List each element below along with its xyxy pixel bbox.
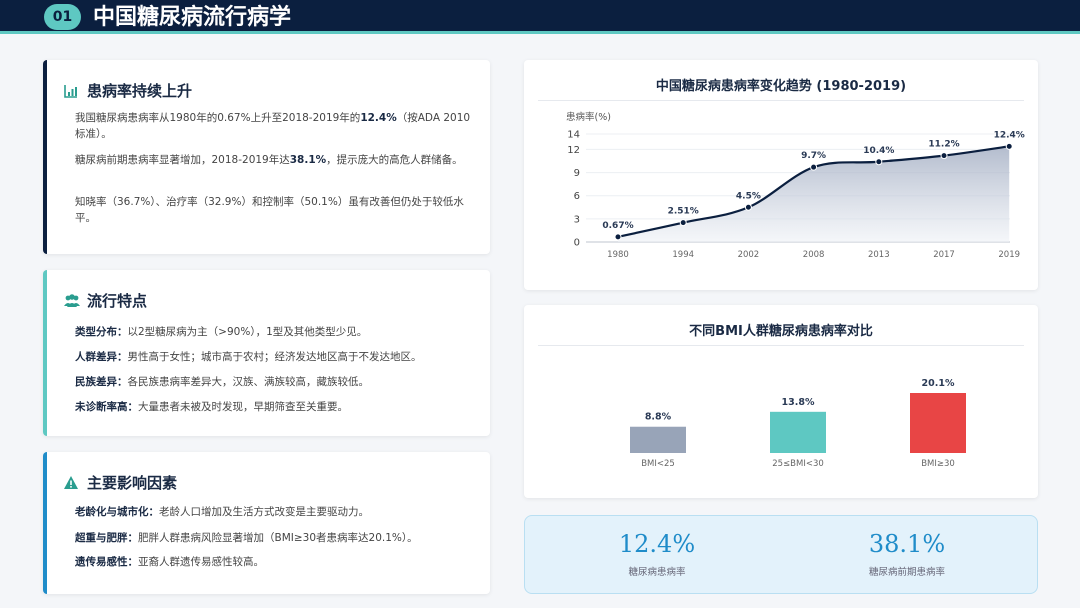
highlight-value: 12.4% [360,112,397,124]
card-title: 患病率持续上升 [63,80,192,101]
paragraph-awareness: 知晓率（36.7%）、治疗率（32.9%）和控制率（50.1%）虽有改善但仍处于… [75,196,464,224]
x-tick-label: 2002 [738,250,760,260]
section-number-badge: 01 [44,4,81,30]
row-label: 老龄化与城市化： [75,506,159,518]
data-label: 10.4% [863,146,894,156]
text-segment: ，提示庞大的高危人群储备。 [326,154,463,166]
text-segment: 糖尿病前期患病率显著增加，2018-2019年达 [75,154,290,166]
x-tick-label: 2019 [998,250,1020,260]
paragraph-prediabetes: 糖尿病前期患病率显著增加，2018-2019年达38.1%，提示庞大的高危人群储… [75,152,474,168]
row-label: 遗传易感性： [75,556,138,568]
list-item: 未诊断率高：大量患者未被及时发现，早期筛查至关重要。 [75,399,474,414]
data-label: 12.4% [994,130,1025,140]
bar [910,393,966,453]
bar-value-label: 13.8% [782,397,815,408]
text-segment: 我国糖尿病患病率从1980年的0.67%上升至2018-2019年的 [75,112,361,124]
row-label: 民族差异： [75,376,128,388]
data-point [679,219,687,227]
row-text: 以2型糖尿病为主（>90%），1型及其他类型少见。 [127,326,368,338]
key-stats-panel: 12.4% 糖尿病患病率 38.1% 糖尿病前期患病率 [524,515,1038,594]
page-title: 中国糖尿病流行病学 [93,4,292,30]
y-tick-label: 3 [574,214,580,225]
people-group-icon [63,293,80,309]
y-tick-label: 12 [567,145,580,156]
row-text: 肥胖人群患病风险显著增加（BMI≥30者患病率达20.1%）。 [138,532,418,544]
stat-value: 12.4% [618,530,696,558]
bar-category-label: 25≤BMI<30 [772,459,824,469]
data-label: 4.5% [736,191,761,201]
x-tick-label: 2008 [803,250,825,260]
data-point [1005,142,1013,150]
row-label: 人群差异： [75,351,128,363]
row-text: 大量患者未被及时发现，早期筛查至关重要。 [138,401,348,413]
card-accent-bar [43,60,47,254]
bar-category-label: BMI≥30 [921,459,955,469]
bar-category-label: BMI<25 [641,459,675,469]
bar-value-label: 8.8% [645,412,672,423]
list-item: 老龄化与城市化：老龄人口增加及生活方式改变是主要驱动力。 [75,504,474,519]
stat-label: 糖尿病前期患病率 [868,567,945,578]
header-bar: 01 中国糖尿病流行病学 [0,0,1080,34]
row-label: 未诊断率高： [75,401,138,413]
chart-icon [63,83,79,99]
x-tick-label: 2017 [933,250,955,260]
paragraph-prevalence: 我国糖尿病患病率从1980年的0.67%上升至2018-2019年的12.4%（… [75,110,474,142]
stat-prediabetes: 38.1% 糖尿病前期患病率 [807,530,1007,578]
data-point [875,158,883,166]
data-point [940,152,948,160]
card-title-text: 流行特点 [87,292,148,310]
data-label: 9.7% [801,151,826,161]
trend-line-chart: 患病率(%) 0 3 6 9 12 14 1980 1994 2002 2008 2013 2017 20… [566,111,1025,260]
x-tick-label: 1994 [672,250,694,260]
bar [770,411,826,453]
list-item: 超重与肥胖：肥胖人群患病风险显著增加（BMI≥30者患病率达20.1%）。 [75,530,474,545]
row-text: 亚裔人群遗传易感性较高。 [138,556,264,568]
card-accent-bar [43,270,47,436]
y-tick-label: 6 [574,191,580,202]
row-text: 老龄人口增加及生活方式改变是主要驱动力。 [159,506,369,518]
list-item: 民族差异：各民族患病率差异大，汉族、满族较高，藏族较低。 [75,374,474,389]
y-tick-label: 0 [574,238,580,249]
bar [630,426,686,453]
highlight-value: 38.1% [289,154,327,166]
row-text: 各民族患病率差异大，汉族、满族较高，藏族较低。 [127,376,370,388]
bmi-chart-card: 不同BMI人群糖尿病患病率对比 8.8% BMI<25 13.8% 25≤BMI<30… [524,305,1038,498]
x-tick-label: 2013 [868,250,890,260]
data-point [614,233,622,241]
bmi-bar-chart: 8.8% BMI<25 13.8% 25≤BMI<30 20.1% BMI≥30 [630,378,966,469]
card-epidemic-features: 流行特点 类型分布：以2型糖尿病为主（>90%），1型及其他类型少见。 人群差异… [43,270,490,436]
x-tick-label: 1980 [607,250,629,260]
row-text: 男性高于女性；城市高于农村；经济发达地区高于不发达地区。 [127,351,422,363]
list-item: 人群差异：男性高于女性；城市高于农村；经济发达地区高于不发达地区。 [75,349,474,364]
stat-value: 38.1% [868,530,946,558]
card-title: 主要影响因素 [63,472,177,493]
warning-icon [63,475,79,491]
card-title-text: 主要影响因素 [87,474,178,492]
stat-prevalence: 12.4% 糖尿病患病率 [557,530,757,578]
y-axis-label: 患病率(%) [566,111,611,123]
row-label: 类型分布： [75,326,128,338]
data-label: 0.67% [602,221,633,231]
y-tick-label: 9 [574,168,580,179]
bar-value-label: 20.1% [922,378,955,389]
data-label: 2.51% [668,207,699,217]
data-label: 11.2% [928,140,959,150]
card-title: 流行特点 [63,290,147,311]
list-item: 遗传易感性：亚裔人群遗传易感性较高。 [75,554,474,569]
y-tick-label: 14 [567,130,580,141]
card-title-text: 患病率持续上升 [87,82,193,100]
card-risk-factors: 主要影响因素 老龄化与城市化：老龄人口增加及生活方式改变是主要驱动力。 超重与肥… [43,452,490,594]
data-point [810,163,818,171]
list-item: 类型分布：以2型糖尿病为主（>90%），1型及其他类型少见。 [75,324,474,339]
card-prevalence-rise: 患病率持续上升 我国糖尿病患病率从1980年的0.67%上升至2018-2019… [43,60,490,254]
card-accent-bar [43,452,47,594]
row-label: 超重与肥胖： [75,532,138,544]
trend-chart-card: 中国糖尿病患病率变化趋势 (1980-2019) 患病率(%) 0 3 6 9 12 14 1… [524,60,1038,290]
data-point [744,203,752,211]
stat-label: 糖尿病患病率 [628,567,686,578]
